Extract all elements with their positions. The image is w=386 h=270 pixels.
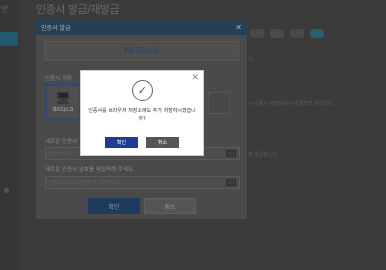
step-indicator-active [310, 29, 324, 38]
check-circle-icon: ✓ [132, 80, 153, 101]
step-indicator [250, 29, 264, 38]
keyboard-icon[interactable] [226, 150, 236, 157]
dialog-title: 인증서 발급 [41, 25, 71, 32]
background-text: 해 발급합니다. [248, 152, 279, 158]
background-text: 는 인증서 비밀번호는 변경되지 않습니다. [248, 101, 335, 107]
new-password-label: 새로운 인증서 [45, 139, 78, 145]
confirm-password-label: 새로운 인증서 암호를 재입력해 주세요. [45, 167, 135, 173]
background-text: 가. [248, 57, 255, 63]
close-icon[interactable]: ✕ [191, 73, 199, 83]
monitor-icon: 🖥 [55, 90, 71, 105]
bank-logo: NHBank [123, 45, 160, 57]
password-placeholder: 인증서 암호 [49, 151, 72, 157]
save-location-label: 인증서 저장 [45, 76, 73, 82]
device-label: 하드디스크 [52, 107, 74, 113]
step-indicator [290, 29, 304, 38]
alert-cancel-button[interactable]: 취소 [146, 137, 179, 148]
hard-disk-option[interactable]: 🖥 하드디스크 [45, 84, 81, 120]
bank-logo-box: NHBank [44, 41, 239, 61]
step-indicator [270, 29, 284, 38]
storage-option[interactable] [208, 92, 230, 114]
alert-ok-button[interactable]: 확인 [105, 137, 138, 148]
confirm-button[interactable]: 확인 [88, 198, 140, 214]
sidebar-active-tab[interactable] [0, 32, 18, 46]
dialog-header: 인증서 발급 ✕ [36, 20, 247, 35]
keyboard-icon[interactable] [226, 179, 236, 186]
sidebar-text: 안 [1, 5, 9, 14]
left-sidebar: 안 [0, 0, 20, 270]
page-title: 인증서 발급/재발급 [36, 3, 120, 16]
alert-message: 인증서를 브라우저 저장소에도 추가 저장하시겠습니까? [88, 108, 196, 122]
confirm-placeholder: 인증서 암호 다시 한번 더 입력합니다. [49, 180, 120, 186]
alert-dialog: ✕ ✓ 인증서를 브라우저 저장소에도 추가 저장하시겠습니까? 확인 취소 [80, 70, 204, 156]
cancel-button[interactable]: 취소 [144, 198, 196, 214]
indicator-dot [4, 188, 9, 193]
close-icon[interactable]: ✕ [235, 23, 242, 32]
confirm-password-field[interactable]: 인증서 암호 다시 한번 더 입력합니다. [45, 176, 240, 189]
